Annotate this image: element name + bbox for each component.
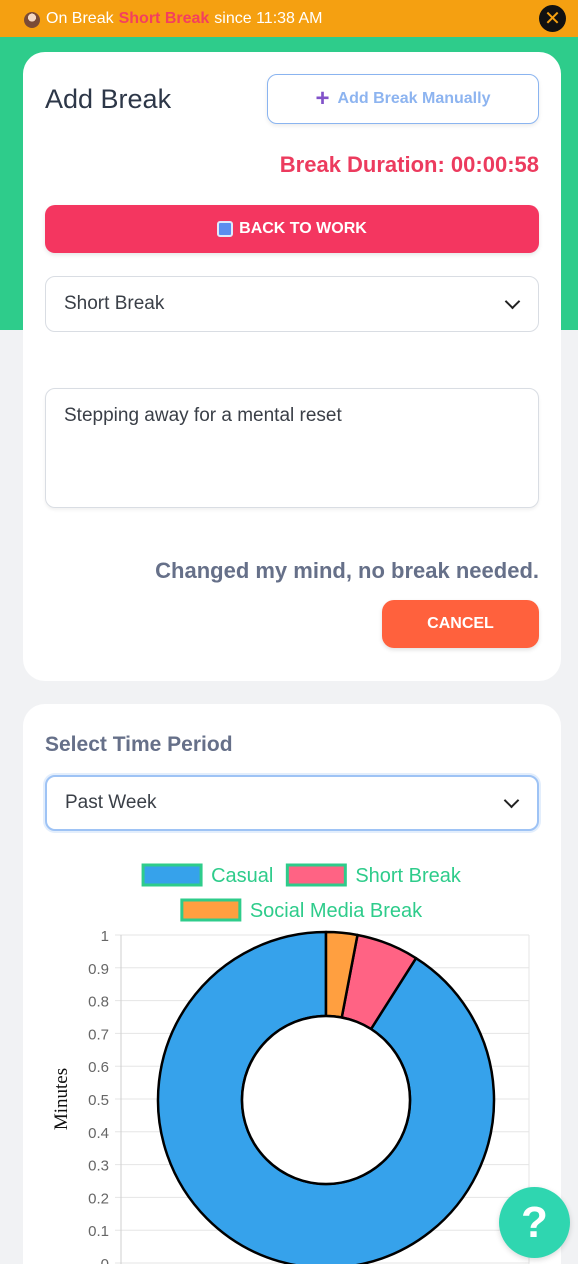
cancel-button[interactable]: CANCEL — [382, 600, 539, 648]
legend-swatch — [141, 863, 203, 887]
doughnut-hole — [240, 1014, 412, 1186]
add-break-card: Add Break + Add Break Manually Break Dur… — [23, 52, 561, 681]
break-note-textarea[interactable]: Stepping away for a mental reset — [45, 388, 539, 508]
break-type-value: Short Break — [64, 293, 165, 314]
y-tick-label: 0.7 — [88, 1026, 109, 1043]
y-tick-label: 0.1 — [88, 1223, 109, 1240]
plus-icon: + — [315, 85, 330, 112]
break-duration: Break Duration: 00:00:58 — [279, 152, 539, 177]
legend-swatch — [285, 863, 347, 887]
legend-label: Short Break — [355, 865, 462, 887]
banner-since: since 11:38 AM — [214, 9, 323, 27]
add-break-manually-button[interactable]: + Add Break Manually — [267, 74, 539, 124]
y-tick-label: 0.9 — [88, 961, 109, 978]
back-to-work-button[interactable]: BACK TO WORK — [45, 205, 539, 253]
question-mark-icon: ? — [521, 1197, 548, 1247]
stats-card: Select Time Period Past Week Casual Short… — [23, 704, 561, 1264]
add-break-manually-label: Add Break Manually — [337, 90, 491, 107]
y-tick-label: 0.2 — [88, 1190, 109, 1207]
page-title: Add Break — [45, 84, 172, 114]
legend-label: Casual — [211, 865, 273, 887]
coffee-cup-icon — [24, 11, 40, 28]
legend-label: Social Media Break — [250, 900, 423, 922]
legend-swatch — [180, 898, 242, 922]
break-status-banner: On Break Short Break since 11:38 AM ✕ — [0, 0, 578, 37]
y-tick-label: 0.6 — [88, 1059, 109, 1076]
chevron-down-icon — [504, 293, 521, 310]
y-axis-label: Minutes — [51, 1068, 72, 1130]
y-tick-label: 0.4 — [88, 1125, 109, 1142]
banner-break-type: Short Break — [118, 9, 210, 27]
banner-status: On Break — [46, 9, 114, 27]
y-tick-label: 0.5 — [88, 1092, 109, 1109]
break-chart: Casual Short Break Social Media Break 1 0.9 0… — [51, 863, 530, 1264]
y-tick-label: 1 — [101, 928, 109, 945]
changed-mind-text: Changed my mind, no break needed. — [155, 558, 539, 583]
break-type-select[interactable]: Short Break — [45, 276, 539, 332]
help-button[interactable]: ? — [499, 1187, 570, 1258]
y-tick-label: 0.8 — [88, 994, 109, 1011]
close-icon[interactable]: ✕ — [539, 5, 566, 32]
y-tick-label: 0 — [101, 1256, 109, 1264]
y-tick-label: 0.3 — [88, 1158, 109, 1175]
back-to-work-label: BACK TO WORK — [239, 220, 367, 237]
stop-icon — [217, 221, 234, 237]
